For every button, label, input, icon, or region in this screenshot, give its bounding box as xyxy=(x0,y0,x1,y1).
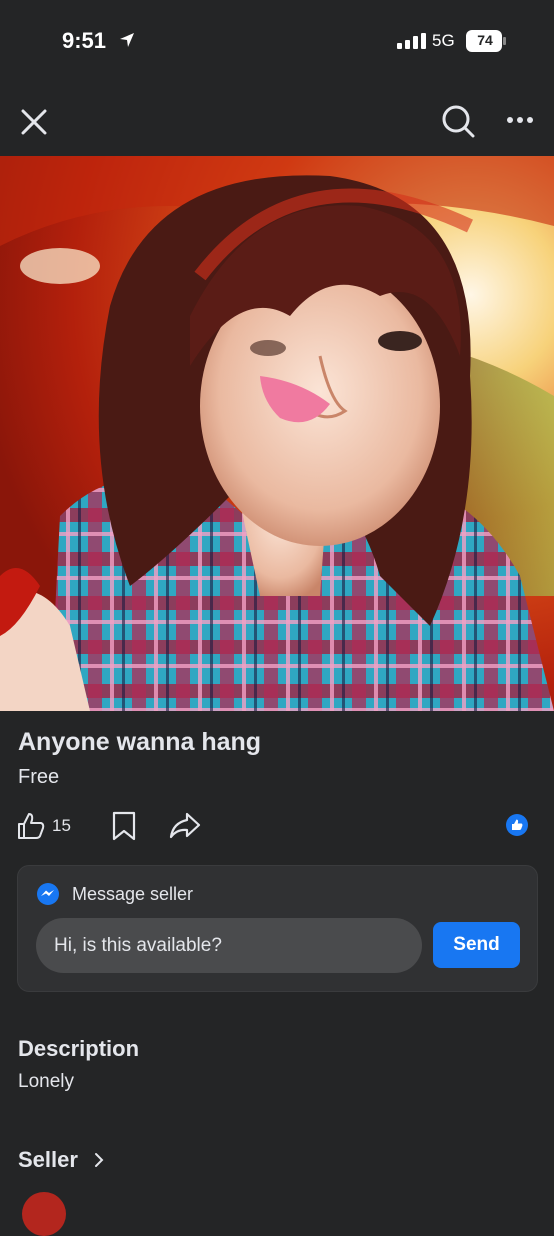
save-button[interactable] xyxy=(110,810,138,842)
seller-avatar[interactable] xyxy=(22,1192,66,1236)
search-icon xyxy=(442,105,475,138)
chevron-right-icon xyxy=(94,1153,104,1167)
signal-icon xyxy=(397,33,426,49)
share-button[interactable] xyxy=(168,810,202,842)
action-row: 15 xyxy=(0,808,554,844)
listing-photo[interactable] xyxy=(0,156,554,711)
like-button[interactable]: 15 xyxy=(16,810,71,842)
seller-heading: Seller xyxy=(18,1147,78,1172)
top-nav xyxy=(0,95,554,147)
close-icon xyxy=(21,109,47,135)
listing-photo-image xyxy=(0,156,554,711)
more-icon xyxy=(507,117,533,123)
message-seller-header: Message seller xyxy=(36,882,193,906)
search-button[interactable] xyxy=(438,101,478,141)
listing-title: Anyone wanna hang xyxy=(18,728,262,756)
description-text: Lonely xyxy=(18,1071,74,1092)
like-reaction-icon xyxy=(506,814,528,836)
thumbs-up-icon xyxy=(18,813,45,839)
bookmark-icon xyxy=(112,811,136,841)
seller-section-link[interactable]: Seller xyxy=(18,1147,104,1173)
messenger-icon xyxy=(37,883,59,905)
message-seller-card: Message seller Send xyxy=(17,865,538,992)
message-seller-title: Message seller xyxy=(72,883,194,904)
description-heading: Description xyxy=(18,1036,140,1061)
like-count: 15 xyxy=(52,816,71,835)
status-bar: 9:51 5G 74 xyxy=(0,0,554,90)
location-arrow-icon xyxy=(120,33,134,47)
close-button[interactable] xyxy=(16,104,52,140)
send-button[interactable]: Send xyxy=(433,922,520,968)
listing-price: Free xyxy=(18,766,60,788)
clock: 9:51 xyxy=(62,28,107,53)
message-input[interactable] xyxy=(36,918,422,973)
network-type: 5G xyxy=(432,31,455,50)
share-icon xyxy=(169,812,201,839)
battery-level: 74 xyxy=(477,32,493,48)
more-options-button[interactable] xyxy=(500,105,540,135)
